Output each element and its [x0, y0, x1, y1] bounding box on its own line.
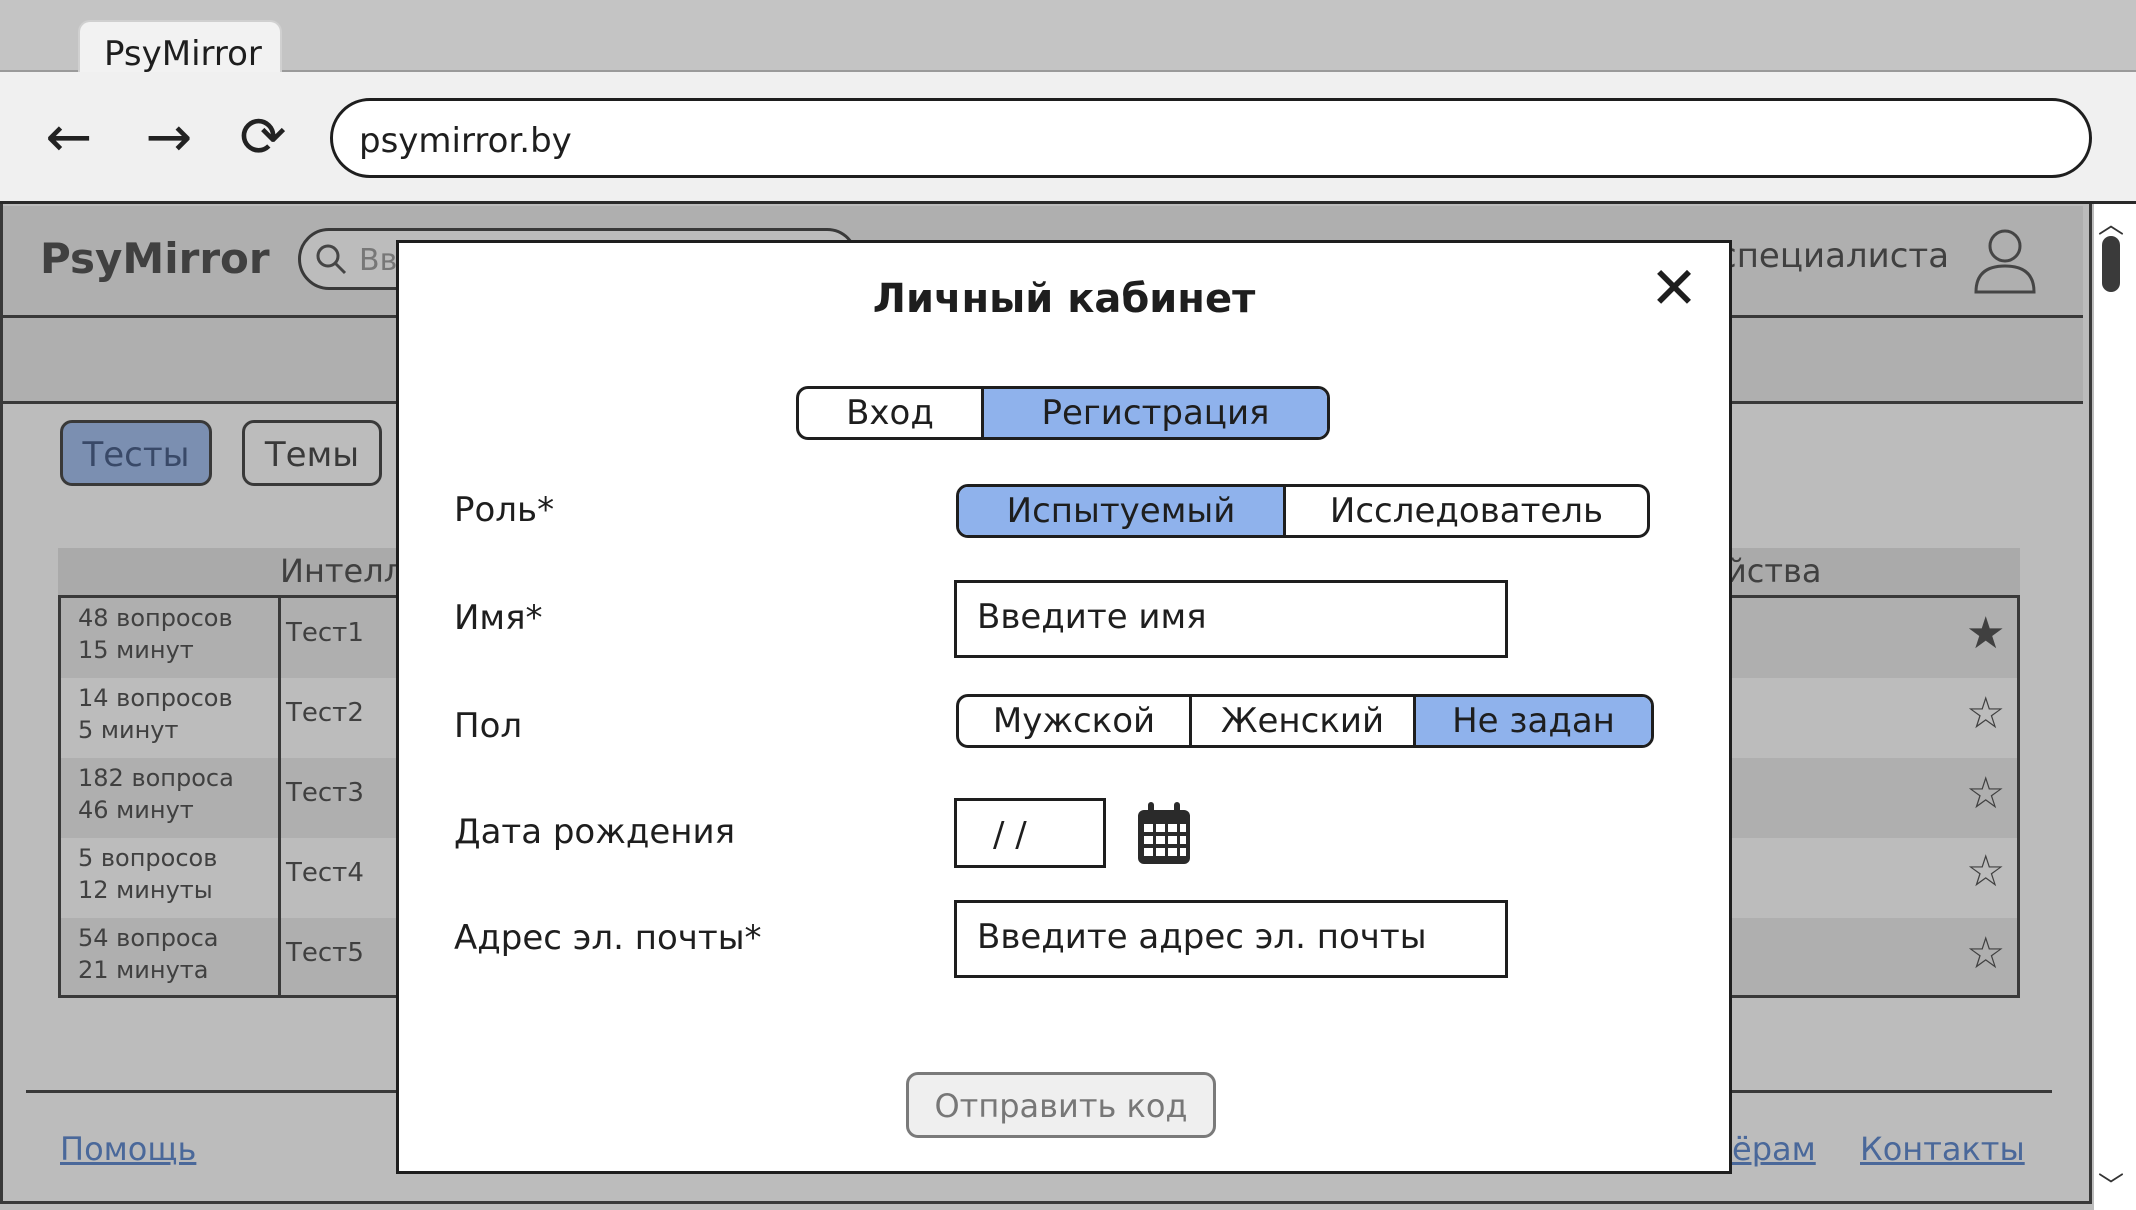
modal-title: Личный кабинет [872, 276, 1256, 322]
name-input[interactable]: Введите имя [954, 580, 1508, 658]
role-subject-option[interactable]: Испытуемый [959, 487, 1283, 535]
scrollbar-thumb[interactable] [2102, 236, 2120, 292]
role-researcher-option[interactable]: Исследователь [1283, 487, 1647, 535]
birthdate-input[interactable]: / / [954, 798, 1106, 868]
close-icon[interactable]: ✕ [1644, 258, 1704, 318]
gender-male-option[interactable]: Мужской [959, 697, 1189, 745]
scroll-down-icon[interactable]: ﹀ [2098, 1166, 2124, 1203]
send-code-button[interactable]: Отправить код [906, 1072, 1216, 1138]
gender-toggle: Мужской Женский Не задан [956, 694, 1654, 748]
forward-arrow-icon[interactable]: → [134, 102, 204, 172]
gender-female-option[interactable]: Женский [1189, 697, 1413, 745]
tab-register[interactable]: Регистрация [981, 389, 1327, 437]
gender-label: Пол [454, 706, 523, 746]
reload-icon[interactable]: ⟳ [228, 102, 298, 172]
tab-login[interactable]: Вход [799, 389, 981, 437]
name-label: Имя* [454, 598, 543, 638]
email-label: Адрес эл. почты* [454, 918, 762, 958]
address-bar[interactable]: psymirror.by [330, 98, 2092, 178]
scrollbar[interactable] [2094, 204, 2136, 1204]
birthdate-label: Дата рождения [454, 812, 736, 852]
browser-tab[interactable]: PsyMirror [78, 20, 282, 76]
calendar-icon[interactable] [1136, 800, 1192, 866]
role-label: Роль* [454, 490, 555, 530]
role-toggle: Испытуемый Исследователь [956, 484, 1650, 538]
back-arrow-icon[interactable]: ← [34, 102, 104, 172]
gender-unset-option[interactable]: Не задан [1413, 697, 1651, 745]
auth-toggle: Вход Регистрация [796, 386, 1330, 440]
browser-tab-bar [0, 0, 2136, 72]
email-input[interactable]: Введите адрес эл. почты [954, 900, 1508, 978]
